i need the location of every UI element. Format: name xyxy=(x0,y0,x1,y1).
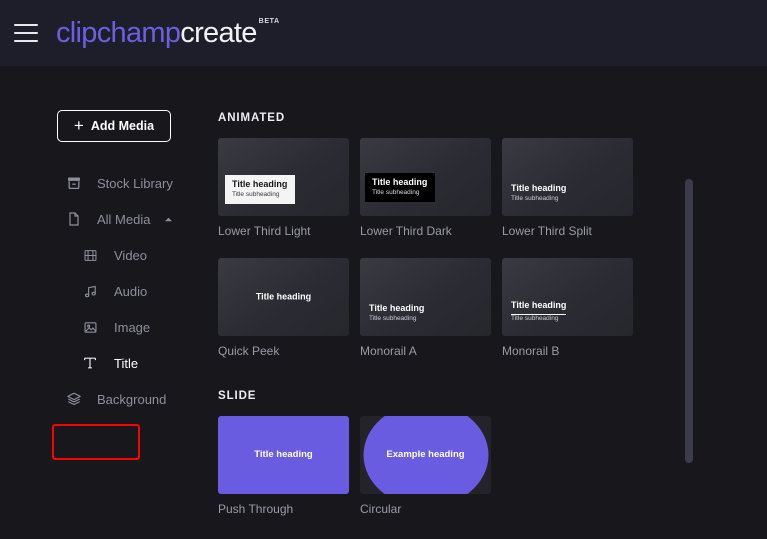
template-label: Monorail A xyxy=(360,344,417,358)
sidebar-item-image[interactable]: Image xyxy=(0,309,207,345)
beta-badge: BETA xyxy=(258,17,280,25)
thumbnail-heading: Title heading xyxy=(254,449,313,461)
stock-library-icon xyxy=(64,173,84,193)
template-thumbnail: Example heading xyxy=(360,416,491,494)
sidebar-item-label: Image xyxy=(114,319,151,335)
template-card[interactable]: Title heading Push Through xyxy=(218,416,349,516)
thumbnail-text-block: Title heading Title subheading xyxy=(369,303,424,323)
sidebar-item-label: Audio xyxy=(114,283,148,299)
template-card[interactable]: Title heading Quick Peek xyxy=(218,258,349,358)
thumbnail-heading: Title heading xyxy=(511,183,567,194)
thumbnail-text-block: Title heading Title subheading xyxy=(225,175,296,204)
template-thumbnail: Title heading xyxy=(218,416,349,494)
thumbnail-heading: Example heading xyxy=(386,449,465,461)
template-card[interactable]: Title heading Title subheading Monorail … xyxy=(502,258,633,358)
vertical-scrollbar[interactable] xyxy=(685,179,693,463)
sidebar: + Add Media Stock Library All Media Vide… xyxy=(0,66,207,539)
thumbnail-text-block: Title heading xyxy=(218,291,349,302)
template-label: Push Through xyxy=(218,502,294,516)
thumbnail-subheading: Title subheading xyxy=(232,190,280,198)
thumbnail-subheading: Title subheading xyxy=(369,314,417,322)
sidebar-item-audio[interactable]: Audio xyxy=(0,273,207,309)
sidebar-item-label: Background xyxy=(97,391,167,407)
template-thumbnail: Title heading Title subheading xyxy=(502,138,633,216)
text-title-icon xyxy=(80,353,100,373)
film-strip-icon xyxy=(80,245,100,265)
add-media-button[interactable]: + Add Media xyxy=(57,110,171,142)
thumbnail-heading: Title heading xyxy=(369,303,425,314)
hamburger-menu-icon[interactable] xyxy=(14,24,38,42)
sidebar-item-label: Title xyxy=(114,355,139,371)
document-icon xyxy=(64,209,84,229)
thumbnail-subheading: Title subheading xyxy=(372,188,420,196)
plus-icon: + xyxy=(73,115,84,135)
sidebar-item-stock-library[interactable]: Stock Library xyxy=(0,165,207,201)
sidebar-item-background[interactable]: Background xyxy=(0,381,207,417)
template-thumbnail: Title heading Title subheading xyxy=(218,138,349,216)
template-card[interactable]: Example heading Circular xyxy=(360,416,491,516)
logo-product-text: create xyxy=(180,16,257,49)
sidebar-item-all-media[interactable]: All Media xyxy=(0,201,207,237)
sidebar-item-label: Video xyxy=(114,247,148,263)
app-body: + Add Media Stock Library All Media Vide… xyxy=(0,66,767,539)
app-header: clipchamp create BETA xyxy=(0,0,767,66)
thumbnail-subheading: Title subheading xyxy=(511,194,559,202)
sidebar-item-label: All Media xyxy=(97,211,151,227)
thumbnail-text-block: Title heading Title subheading xyxy=(511,295,567,323)
sidebar-item-title[interactable]: Title xyxy=(0,345,207,381)
add-media-label: Add Media xyxy=(90,119,155,133)
title-annotation-highlight xyxy=(52,424,140,460)
thumbnail-heading: Title heading xyxy=(232,179,288,190)
layers-icon xyxy=(64,389,84,409)
scrollbar-thumb[interactable] xyxy=(685,179,693,463)
template-label: Lower Third Light xyxy=(218,224,311,238)
template-card[interactable]: Title heading Title subheading Lower Thi… xyxy=(218,138,349,238)
template-card[interactable]: Title heading Title subheading Monorail … xyxy=(360,258,491,358)
music-note-icon xyxy=(80,281,100,301)
template-label: Lower Third Split xyxy=(502,224,592,238)
template-thumbnail: Title heading Title subheading xyxy=(360,138,491,216)
template-thumbnail: Title heading Title subheading xyxy=(502,258,633,336)
sidebar-item-video[interactable]: Video xyxy=(0,237,207,273)
section-header-animated: ANIMATED xyxy=(218,112,286,124)
templates-panel: ANIMATED Title heading Title subheading … xyxy=(207,66,767,539)
chevron-up-icon[interactable] xyxy=(164,215,173,224)
thumbnail-text-block: Title heading Title subheading xyxy=(511,183,566,203)
template-label: Monorail B xyxy=(502,344,560,358)
thumbnail-heading: Title heading xyxy=(255,291,312,302)
app-logo[interactable]: clipchamp create BETA xyxy=(56,16,280,49)
template-label: Circular xyxy=(360,502,402,516)
thumbnail-heading: Title heading xyxy=(511,300,567,315)
thumbnail-text-block: Title heading xyxy=(218,449,349,461)
thumbnail-heading: Title heading xyxy=(372,177,428,188)
sidebar-item-label: Stock Library xyxy=(97,175,173,191)
template-card[interactable]: Title heading Title subheading Lower Thi… xyxy=(502,138,633,238)
thumbnail-text-block: Example heading xyxy=(360,449,491,461)
logo-brand-text: clipchamp xyxy=(56,16,181,49)
sidebar-nav: Stock Library All Media Video Audio Imag… xyxy=(0,165,207,417)
thumbnail-text-block: Title heading Title subheading xyxy=(365,173,436,202)
template-label: Lower Third Dark xyxy=(360,224,452,238)
template-thumbnail: Title heading xyxy=(218,258,349,336)
thumbnail-subheading: Title subheading xyxy=(511,314,559,322)
template-label: Quick Peek xyxy=(218,344,280,358)
image-icon xyxy=(80,317,100,337)
template-card[interactable]: Title heading Title subheading Lower Thi… xyxy=(360,138,491,238)
template-thumbnail: Title heading Title subheading xyxy=(360,258,491,336)
